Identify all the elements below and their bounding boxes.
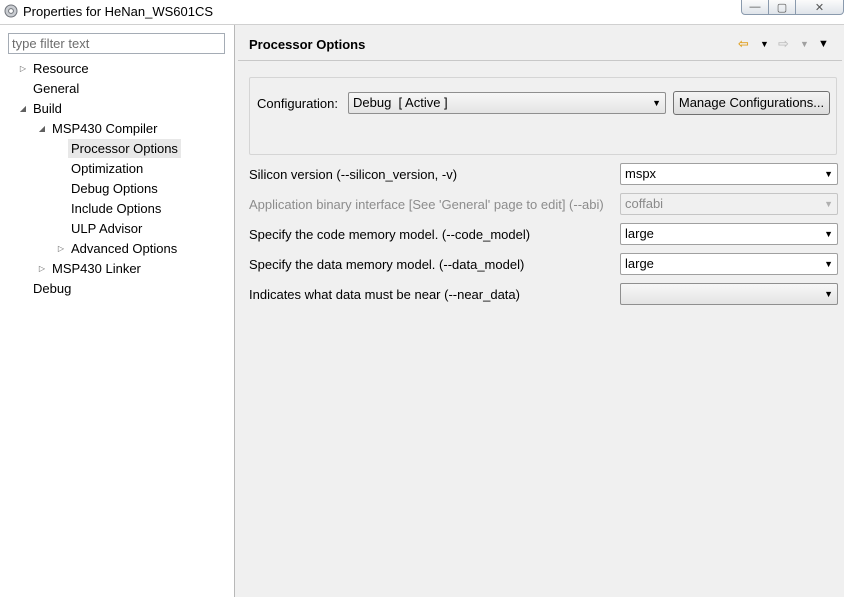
view-menu-icon[interactable]: ▼ <box>818 36 829 52</box>
silicon-version-label: Silicon version (--silicon_version, -v) <box>249 167 458 182</box>
configuration-select[interactable]: Debug [ Active ] ▼ <box>348 92 666 114</box>
tree-item-label: General <box>33 81 80 96</box>
back-arrow-icon[interactable]: ⇦ <box>738 36 749 52</box>
chevron-down-icon: ▼ <box>824 169 833 179</box>
near-data-label: Indicates what data must be near (--near… <box>249 287 520 302</box>
chevron-down-icon: ▼ <box>824 289 833 299</box>
silicon-version-select[interactable]: mspx ▼ <box>620 163 838 185</box>
code-model-label: Specify the code memory model. (--code_m… <box>249 227 531 242</box>
abi-label: Application binary interface [See 'Gener… <box>249 197 604 212</box>
back-dropdown-icon[interactable]: ▼ <box>760 36 769 52</box>
close-icon: ✕ <box>814 1 825 14</box>
data-model-select[interactable]: large ▼ <box>620 253 838 275</box>
tree-item-label: Build <box>33 101 62 116</box>
tree-item-label: Resource <box>33 61 89 76</box>
page-title: Processor Options <box>249 37 366 52</box>
tree-item-label: Include Options <box>71 201 162 216</box>
configuration-group <box>249 77 837 155</box>
silicon-version-value: mspx <box>625 166 657 181</box>
tree-item-label: Optimization <box>71 161 144 176</box>
data-model-label: Specify the data memory model. (--data_m… <box>249 257 525 272</box>
data-model-value: large <box>625 256 654 271</box>
forward-dropdown-icon[interactable]: ▼ <box>800 36 809 52</box>
collapsed-expander-icon[interactable]: ▷ <box>37 259 47 278</box>
tree-item-label: ULP Advisor <box>71 221 143 236</box>
maximize-icon: ▢ <box>776 1 788 14</box>
chevron-down-icon: ▼ <box>824 229 833 239</box>
expanded-expander-icon[interactable]: ◢ <box>37 119 47 138</box>
header-divider <box>238 60 842 61</box>
navigation-pane: ▷ Resource General ◢ Build ◢ MSP430 Comp… <box>0 25 235 597</box>
code-model-select[interactable]: large ▼ <box>620 223 838 245</box>
chevron-down-icon: ▼ <box>652 98 661 108</box>
minimize-button[interactable]: — <box>741 0 769 15</box>
maximize-button[interactable]: ▢ <box>768 0 796 15</box>
chevron-down-icon: ▼ <box>824 259 833 269</box>
minimize-icon: — <box>749 1 761 13</box>
configuration-label: Configuration: <box>257 96 338 111</box>
code-model-value: large <box>625 226 654 241</box>
properties-gear-icon <box>4 4 18 18</box>
tree-item-label: Advanced Options <box>71 241 178 256</box>
abi-select: coffabi ▼ <box>620 193 838 215</box>
close-button[interactable]: ✕ <box>795 0 844 15</box>
collapsed-expander-icon[interactable]: ▷ <box>18 59 28 78</box>
property-page: Processor Options ⇦ ▼ ⇨ ▼ ▼ Configuratio… <box>236 25 844 597</box>
near-data-select[interactable]: ▼ <box>620 283 838 305</box>
tree-item-label: MSP430 Compiler <box>52 121 158 136</box>
title-bar: Properties for HeNan_WS601CS — ▢ ✕ <box>0 0 844 25</box>
window-title: Properties for HeNan_WS601CS <box>23 4 214 19</box>
expanded-expander-icon[interactable]: ◢ <box>18 99 28 118</box>
forward-arrow-icon[interactable]: ⇨ <box>778 36 789 52</box>
chevron-down-icon: ▼ <box>824 199 833 209</box>
tree-item-label: Debug Options <box>71 181 158 196</box>
collapsed-expander-icon[interactable]: ▷ <box>56 239 66 258</box>
tree-item-label: Debug <box>33 281 72 296</box>
abi-value: coffabi <box>625 196 664 211</box>
page-navigation: ⇦ ▼ ⇨ ▼ ▼ <box>738 36 838 52</box>
tree-item-label: Processor Options <box>68 139 181 158</box>
tree-item-label: MSP430 Linker <box>52 261 141 276</box>
manage-configurations-button[interactable]: Manage Configurations... <box>673 91 830 115</box>
configuration-value: Debug [ Active ] <box>353 95 448 110</box>
filter-input[interactable] <box>8 33 225 54</box>
